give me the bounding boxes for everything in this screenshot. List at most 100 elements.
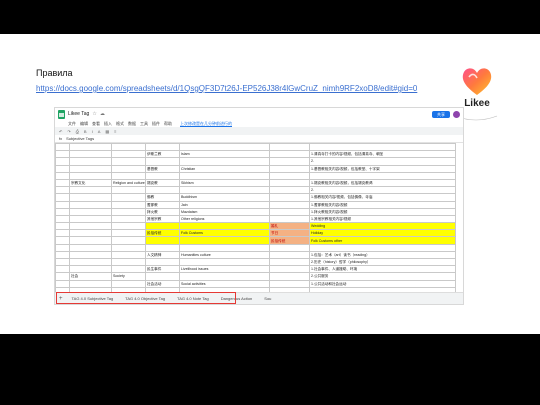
table-cell[interactable]: [111, 157, 146, 166]
table-cell[interactable]: [111, 236, 146, 245]
table-cell[interactable]: [69, 164, 112, 173]
table-cell[interactable]: 1.社会事件、人道援助、环境: [309, 265, 456, 274]
table-cell[interactable]: [55, 171, 70, 180]
table-cell[interactable]: [145, 257, 180, 267]
table-cell[interactable]: [55, 178, 70, 188]
table-cell[interactable]: [55, 186, 70, 195]
table-cell[interactable]: [309, 243, 456, 252]
table-cell[interactable]: 民俗传统: [269, 236, 310, 245]
table-cell[interactable]: 1.耆那教相关内容/视频: [309, 200, 456, 209]
table-cell[interactable]: [145, 171, 180, 180]
table-cell[interactable]: 民生事件: [145, 265, 180, 274]
table-cell[interactable]: [111, 200, 146, 209]
table-cell[interactable]: 1.锡克教相关内容/视频，包括锡克教谒: [309, 178, 456, 188]
menu-help[interactable]: 帮助: [164, 121, 172, 127]
table-cell[interactable]: [55, 265, 70, 274]
bold-icon[interactable]: B: [84, 129, 87, 134]
table-cell[interactable]: [55, 229, 70, 238]
table-cell[interactable]: Society: [111, 272, 146, 281]
table-cell[interactable]: [69, 171, 112, 180]
table-cell[interactable]: [179, 171, 270, 180]
table-cell[interactable]: [269, 186, 310, 195]
table-cell[interactable]: Social activities: [179, 279, 270, 288]
table-cell[interactable]: 2.: [309, 157, 456, 166]
table-cell[interactable]: [269, 150, 310, 159]
table-cell[interactable]: 拜火教: [145, 207, 180, 216]
table-cell[interactable]: Sikhism: [179, 178, 270, 188]
table-cell[interactable]: [55, 222, 70, 231]
table-cell[interactable]: 宗教文化: [69, 178, 112, 188]
share-button[interactable]: 共享: [432, 110, 450, 118]
table-cell[interactable]: 社会活动: [145, 279, 180, 288]
table-cell[interactable]: [111, 229, 146, 238]
table-cell[interactable]: [111, 186, 146, 195]
table-cell[interactable]: [111, 250, 146, 260]
table-cell[interactable]: [69, 157, 112, 166]
table-cell[interactable]: [309, 171, 456, 180]
table-cell[interactable]: [269, 142, 310, 152]
table-cell[interactable]: 婚礼: [269, 222, 310, 231]
table-cell[interactable]: [55, 236, 70, 245]
table-cell[interactable]: [269, 279, 310, 288]
table-cell[interactable]: [145, 222, 180, 231]
table-cell[interactable]: [269, 243, 310, 252]
formula-bar[interactable]: fx Subjective Tags: [55, 135, 463, 143]
table-cell[interactable]: [69, 150, 112, 159]
table-cell[interactable]: [179, 142, 270, 152]
table-cell[interactable]: [69, 243, 112, 252]
table-cell[interactable]: [55, 157, 70, 166]
table-cell[interactable]: [55, 150, 70, 159]
undo-icon[interactable]: ↶: [59, 129, 62, 134]
table-cell[interactable]: [69, 200, 112, 209]
menu-insert[interactable]: 插入: [104, 121, 112, 127]
table-cell[interactable]: [55, 207, 70, 216]
table-cell[interactable]: [145, 243, 180, 252]
table-cell[interactable]: [69, 236, 112, 245]
table-cell[interactable]: [269, 207, 310, 216]
table-cell[interactable]: [179, 272, 270, 281]
table-cell[interactable]: [111, 164, 146, 173]
table-cell[interactable]: [269, 200, 310, 209]
table-cell[interactable]: [179, 186, 270, 195]
table-cell[interactable]: [269, 250, 310, 260]
table-cell[interactable]: [269, 265, 310, 274]
table-cell[interactable]: [111, 171, 146, 180]
table-cell[interactable]: 人文精神: [145, 250, 180, 260]
table-cell[interactable]: 伊斯兰教: [145, 150, 180, 159]
table-cell[interactable]: [111, 257, 146, 267]
table-cell[interactable]: [145, 272, 180, 281]
table-cell[interactable]: [69, 193, 112, 202]
table-cell[interactable]: [69, 186, 112, 195]
table-cell[interactable]: Humanities culture: [179, 250, 270, 260]
table-cell[interactable]: [69, 257, 112, 267]
table-cell[interactable]: [55, 214, 70, 224]
table-cell[interactable]: Christian: [179, 164, 270, 173]
table-cell[interactable]: Livelihood issues: [179, 265, 270, 274]
table-cell[interactable]: [55, 142, 70, 152]
table-cell[interactable]: 民俗传统: [145, 229, 180, 238]
table-cell[interactable]: [269, 164, 310, 173]
borders-icon[interactable]: ▦: [105, 129, 109, 134]
align-icon[interactable]: ≡: [114, 129, 116, 134]
tab-sou[interactable]: Sou: [261, 295, 274, 302]
table-cell[interactable]: [145, 157, 180, 166]
table-cell[interactable]: 1.包括：艺术（art）读书（reading）: [309, 250, 456, 260]
table-cell[interactable]: [269, 272, 310, 281]
table-cell[interactable]: [179, 236, 270, 245]
document-title[interactable]: Likee Tag: [68, 111, 89, 117]
star-icon[interactable]: ☆: [92, 111, 96, 117]
print-icon[interactable]: ⎙: [76, 129, 79, 134]
table-cell[interactable]: [69, 214, 112, 224]
table-cell[interactable]: 基督教: [145, 164, 180, 173]
table-cell[interactable]: [269, 257, 310, 267]
table-cell[interactable]: [111, 243, 146, 252]
table-cell[interactable]: [111, 265, 146, 274]
table-cell[interactable]: [55, 279, 70, 288]
italic-icon[interactable]: I: [92, 129, 93, 134]
menu-file[interactable]: 文件: [68, 121, 76, 127]
table-cell[interactable]: [69, 222, 112, 231]
table-cell[interactable]: Folk Customs: [179, 229, 270, 238]
table-cell[interactable]: [269, 171, 310, 180]
table-cell[interactable]: [269, 193, 310, 202]
table-cell[interactable]: 1.基督教相关内容/视频，包括教堂、十字架: [309, 164, 456, 173]
